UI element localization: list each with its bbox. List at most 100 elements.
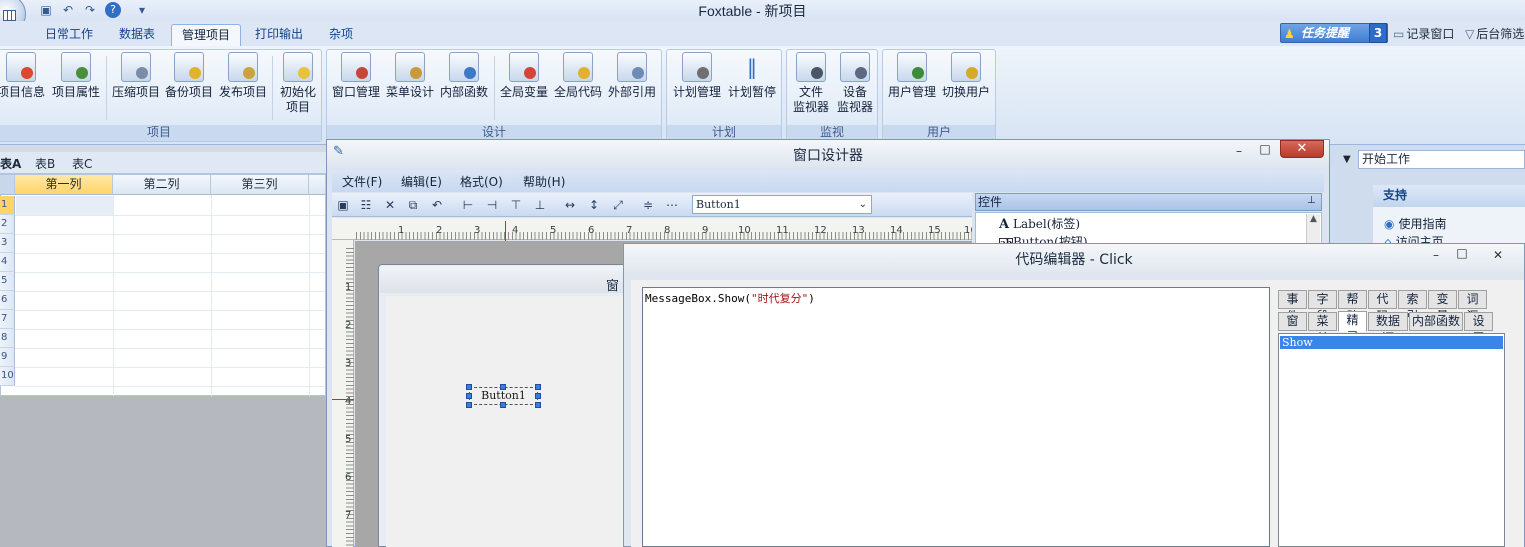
- task-pane-combo[interactable]: 开始工作: [1358, 150, 1525, 169]
- code-editor-close-button[interactable]: ✕: [1487, 247, 1509, 265]
- tab-settings[interactable]: 设置: [1464, 312, 1493, 345]
- switch-user-button[interactable]: 切换用户: [940, 52, 992, 100]
- external-references-button[interactable]: 外部引用: [606, 52, 658, 100]
- resize-handle[interactable]: [535, 393, 541, 399]
- grid-corner[interactable]: [0, 175, 15, 195]
- copy-icon[interactable]: ⧉: [405, 197, 421, 213]
- support-section-header[interactable]: 支持: [1373, 185, 1525, 207]
- controls-scrollbar[interactable]: ▲: [1306, 214, 1320, 244]
- horizontal-spacing-icon[interactable]: ⋯: [664, 197, 680, 213]
- align-right-icon[interactable]: ⊣: [484, 197, 500, 213]
- backup-project-button[interactable]: 备份项目: [163, 52, 215, 100]
- properties-icon[interactable]: ☷: [358, 197, 374, 213]
- tab-internal-functions[interactable]: 内部函数: [1409, 312, 1463, 331]
- control-selector-combo[interactable]: Button1 ⌄: [692, 195, 872, 214]
- project-properties-button[interactable]: 项目属性: [50, 52, 102, 100]
- row-header[interactable]: 10: [0, 367, 15, 386]
- intellisense-item[interactable]: Show: [1280, 336, 1503, 349]
- row-header[interactable]: 6: [0, 291, 15, 310]
- resize-handle[interactable]: [466, 402, 472, 408]
- align-left-icon[interactable]: ⊢: [460, 197, 476, 213]
- tab-variables[interactable]: 变量: [1428, 290, 1457, 323]
- visit-homepage-link[interactable]: ⌂ 访问主页: [1384, 233, 1444, 243]
- code-textarea[interactable]: [642, 287, 1270, 547]
- same-height-icon[interactable]: ↕: [586, 197, 602, 213]
- dropdown-arrow-icon[interactable]: ▼: [1343, 154, 1351, 165]
- designed-form-client-area[interactable]: [386, 296, 636, 547]
- tab-print-output[interactable]: 打印输出: [245, 24, 313, 46]
- menu-design-button[interactable]: 菜单设计: [384, 52, 436, 100]
- project-info-button[interactable]: 项目信息: [0, 52, 46, 100]
- code-editor-minimize-button[interactable]: –: [1425, 247, 1447, 265]
- row-header[interactable]: 8: [0, 329, 15, 348]
- cut-icon[interactable]: ✕: [382, 197, 398, 213]
- device-monitor-button[interactable]: 设备 监视器: [833, 52, 877, 115]
- plan-pause-button[interactable]: ‖ 计划暂停: [726, 52, 778, 100]
- row-header[interactable]: 7: [0, 310, 15, 329]
- tab-datasource[interactable]: 数据源: [1368, 312, 1408, 345]
- column-header-1[interactable]: 第一列: [15, 175, 113, 195]
- user-manage-button[interactable]: 用户管理: [886, 52, 938, 100]
- internal-functions-button[interactable]: 内部函数: [438, 52, 490, 100]
- tab-manage-project[interactable]: 管理项目: [171, 24, 242, 46]
- resize-handle[interactable]: [500, 384, 506, 390]
- resize-handle[interactable]: [466, 393, 472, 399]
- background-filter-button[interactable]: ▽ 后台筛选: [1465, 25, 1524, 42]
- resize-handle[interactable]: [500, 402, 506, 408]
- resize-handle[interactable]: [535, 402, 541, 408]
- tab-vocabulary[interactable]: 词汇: [1458, 290, 1487, 323]
- undo-icon[interactable]: ↶: [429, 197, 445, 213]
- menu-format[interactable]: 格式(O): [460, 173, 503, 190]
- task-reminder-button[interactable]: ♟ 任务提醒 3: [1280, 23, 1388, 43]
- same-width-icon[interactable]: ↔: [562, 197, 578, 213]
- sheet-tab-a[interactable]: 表A: [0, 155, 21, 172]
- file-monitor-button[interactable]: 文件 监视器: [789, 52, 833, 115]
- publish-project-button[interactable]: 发布项目: [217, 52, 269, 100]
- tab-code[interactable]: 代码: [1368, 290, 1397, 323]
- user-guide-link[interactable]: ◉ 使用指南: [1384, 215, 1447, 232]
- menu-edit[interactable]: 编辑(E): [401, 173, 442, 190]
- designed-form-titlebar[interactable]: [380, 266, 636, 293]
- resize-handle[interactable]: [466, 384, 472, 390]
- same-size-icon[interactable]: ⤢: [610, 197, 626, 213]
- align-bottom-icon[interactable]: ⊥: [532, 197, 548, 213]
- row-header[interactable]: 3: [0, 234, 15, 253]
- pin-icon[interactable]: ⊥: [1307, 195, 1316, 206]
- compress-project-button[interactable]: 压缩项目: [110, 52, 162, 100]
- tab-fields[interactable]: 字段: [1308, 290, 1337, 323]
- tab-data-tables[interactable]: 数据表: [109, 24, 165, 46]
- tab-window[interactable]: 窗口: [1278, 312, 1307, 345]
- menu-file[interactable]: 文件(F): [342, 173, 382, 190]
- tab-daily-work[interactable]: 日常工作: [35, 24, 103, 46]
- global-code-button[interactable]: 全局代码: [552, 52, 604, 100]
- column-header-2[interactable]: 第二列: [113, 175, 211, 195]
- tab-misc[interactable]: 杂项: [319, 24, 363, 46]
- tab-events[interactable]: 事件: [1278, 290, 1307, 323]
- control-item-label[interactable]: A Label(标签): [999, 215, 1080, 232]
- designer-close-button[interactable]: ✕: [1280, 140, 1324, 158]
- row-header[interactable]: 5: [0, 272, 15, 291]
- code-editor-maximize-button[interactable]: □: [1451, 245, 1473, 263]
- align-top-icon[interactable]: ⊤: [508, 197, 524, 213]
- sheet-tab-b[interactable]: 表B: [35, 155, 55, 172]
- resize-handle[interactable]: [535, 384, 541, 390]
- save-icon[interactable]: ▣: [335, 197, 351, 213]
- vertical-spacing-icon[interactable]: ≑: [640, 197, 656, 213]
- row-header[interactable]: 2: [0, 215, 15, 234]
- column-header-3[interactable]: 第三列: [211, 175, 309, 195]
- row-header[interactable]: 4: [0, 253, 15, 272]
- row-header[interactable]: 9: [0, 348, 15, 367]
- row-header[interactable]: 1: [0, 196, 15, 215]
- designer-maximize-button[interactable]: □: [1254, 141, 1276, 159]
- initialize-project-button[interactable]: 初始化 项目: [276, 52, 320, 115]
- sheet-tab-c[interactable]: 表C: [72, 155, 92, 172]
- tab-menu[interactable]: 菜单: [1308, 312, 1337, 345]
- global-variables-button[interactable]: 全局变量: [498, 52, 550, 100]
- selected-cell[interactable]: [16, 196, 113, 215]
- tab-help[interactable]: 帮助: [1338, 290, 1367, 323]
- designer-minimize-button[interactable]: –: [1228, 143, 1250, 161]
- window-manage-button[interactable]: 窗口管理: [330, 52, 382, 100]
- intellisense-list[interactable]: [1278, 333, 1505, 547]
- tab-wizard[interactable]: 精灵: [1338, 311, 1367, 344]
- record-window-button[interactable]: ▭ 记录窗口: [1393, 25, 1454, 42]
